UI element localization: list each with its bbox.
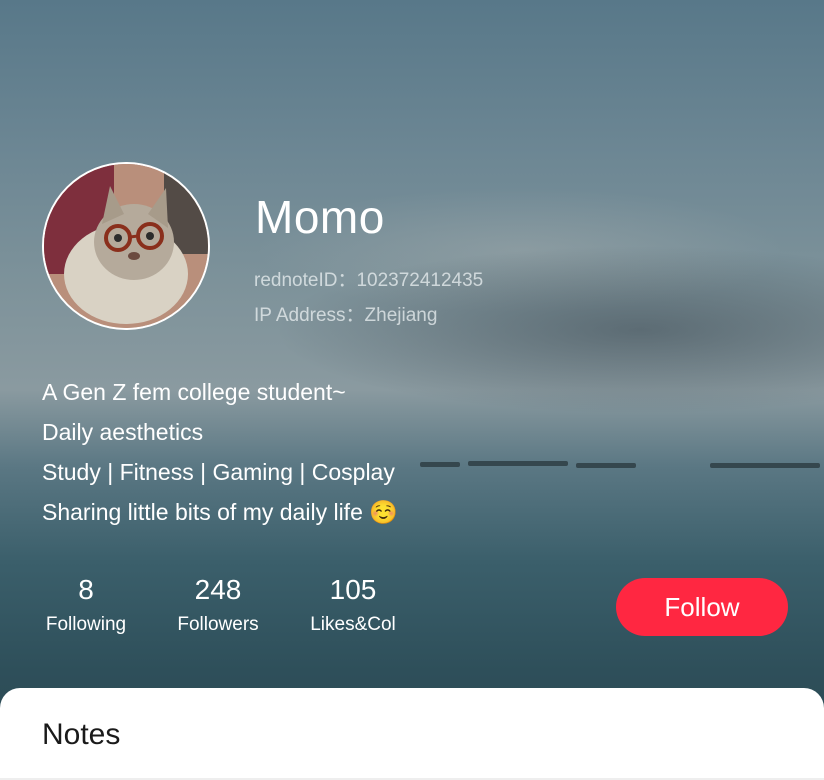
profile-name: Momo <box>255 191 385 243</box>
bio-line: Daily aesthetics <box>42 419 204 445</box>
stat-value: 8 <box>78 574 94 605</box>
stat-label: Followers <box>177 614 259 635</box>
bio-line: Sharing little bits of my daily life ☺️ <box>42 499 398 525</box>
stat-label: Likes&Col <box>310 614 396 635</box>
bio-line: Study | Fitness | Gaming | Cosplay <box>42 459 395 485</box>
follow-button[interactable]: Follow <box>616 578 788 636</box>
stat-followers[interactable]: 248 Followers <box>172 572 264 636</box>
ip-address: IP Address：Zhejiang <box>254 305 438 326</box>
horizon-boats <box>420 458 824 472</box>
stat-likes-collections[interactable]: 105 Likes&Col <box>306 572 400 636</box>
tab-notes[interactable]: Notes <box>42 718 120 752</box>
stat-label: Following <box>45 614 127 635</box>
avatar[interactable] <box>42 162 210 330</box>
bio: A Gen Z fem college student~ Daily aesth… <box>42 376 398 536</box>
stat-value: 105 <box>329 574 377 605</box>
stat-value: 248 <box>194 574 242 605</box>
bio-line: A Gen Z fem college student~ <box>42 379 346 405</box>
stat-following[interactable]: 8 Following <box>42 572 130 636</box>
cat-with-glasses-avatar-icon <box>44 164 208 328</box>
content-sheet: Notes <box>0 688 824 780</box>
rednote-id: rednoteID：102372412435 <box>254 270 484 291</box>
